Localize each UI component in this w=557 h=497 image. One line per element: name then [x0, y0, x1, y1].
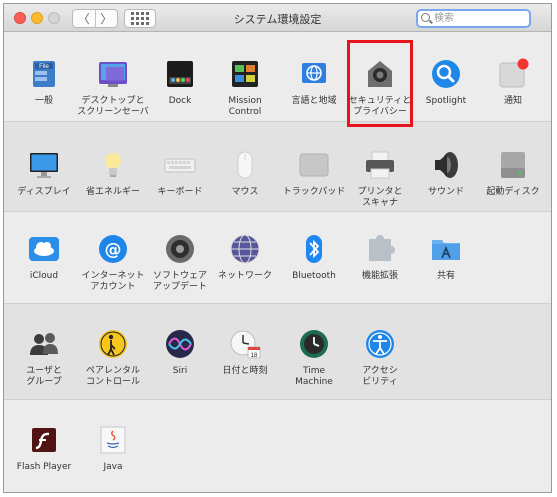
magnifier-icon [429, 57, 463, 91]
display-icon [27, 148, 61, 182]
pref-accessibility[interactable]: アクセシ ビリティ [342, 327, 418, 388]
pref-displays[interactable]: ディスプレイ [6, 148, 82, 198]
pref-label: Time Machine [295, 366, 333, 387]
parental-icon [96, 327, 130, 361]
lightbulb-icon [96, 148, 130, 182]
search-field[interactable]: 検索 [416, 9, 531, 28]
pref-time-machine[interactable]: Time Machine [276, 327, 352, 388]
pref-language-region[interactable]: 言語と地域 [276, 57, 352, 107]
disk-icon [496, 148, 530, 182]
pref-label: アクセシ ビリティ [362, 366, 398, 387]
pref-label: 一般 [34, 96, 53, 106]
sharing-folder-icon [429, 232, 463, 266]
pref-label: 言語と地域 [291, 96, 337, 106]
flash-icon [27, 423, 61, 457]
bluetooth-icon [297, 232, 331, 266]
flag-icon [297, 57, 331, 91]
pref-flash-player[interactable]: Flash Player [6, 423, 82, 473]
pref-parental-controls[interactable]: ペアレンタル コントロール [75, 327, 151, 388]
pref-label: Mission Control [228, 96, 262, 117]
search-placeholder: 検索 [434, 13, 454, 24]
siri-icon [163, 327, 197, 361]
pref-label: iCloud [29, 271, 59, 281]
pref-general[interactable]: File 一般 [6, 57, 82, 107]
pref-section-3: iCloud @ インターネット アカウント ソフトウェア アップデート ネットワーク B… [4, 212, 551, 304]
pref-label: ペアレンタル コントロール [85, 366, 140, 387]
pref-section-1: File 一般 デスクトップと スクリーンセーバ Dock Mission Contro… [4, 33, 551, 122]
highlight-box [347, 40, 413, 127]
gear-icon [163, 232, 197, 266]
pref-notifications[interactable]: 通知 [475, 57, 551, 107]
pref-section-5: Flash Player Java [4, 400, 551, 492]
pref-icloud[interactable]: iCloud [6, 232, 82, 282]
pref-label: Spotlight [425, 96, 467, 106]
time-machine-icon [297, 327, 331, 361]
title-bar: 〈 〉 システム環境設定 検索 [4, 4, 551, 32]
pref-label: ネットワーク [217, 271, 272, 281]
pref-label: ユーザと グループ [26, 366, 62, 387]
pref-users-groups[interactable]: ユーザと グループ [6, 327, 82, 388]
pref-label: プリンタと スキャナ [357, 187, 403, 208]
pref-java[interactable]: Java [75, 423, 151, 473]
pref-mission-control[interactable]: Mission Control [207, 57, 283, 118]
printer-icon [363, 148, 397, 182]
pref-spotlight[interactable]: Spotlight [408, 57, 484, 107]
cloud-icon [27, 232, 61, 266]
pref-label: サウンド [427, 187, 464, 197]
pref-trackpad[interactable]: トラックパッド [276, 148, 352, 198]
search-icon [421, 13, 430, 22]
pref-label: Flash Player [16, 462, 72, 472]
pref-section-4: ユーザと グループ ペアレンタル コントロール Siri 18 日付と時刻 Time Ma… [4, 304, 551, 400]
clock-icon: 18 [228, 327, 262, 361]
pref-bluetooth[interactable]: Bluetooth [276, 232, 352, 282]
pref-label: 通知 [503, 96, 522, 106]
pref-label: トラックパッド [282, 187, 346, 197]
at-icon: @ [96, 232, 130, 266]
keyboard-icon [163, 148, 197, 182]
system-preferences-window: 〈 〉 システム環境設定 検索 File 一般 デスクトップと スクリーンセーバ Do… [3, 3, 552, 493]
pref-section-2: ディスプレイ 省エネルギー キーボード マウス トラックパッド プリンタと スキャナ サウン… [4, 122, 551, 212]
mission-control-icon [228, 57, 262, 91]
pref-network[interactable]: ネットワーク [207, 232, 283, 282]
pref-energy-saver[interactable]: 省エネルギー [75, 148, 151, 198]
pref-label: 日付と時刻 [222, 366, 268, 376]
pref-label: ディスプレイ [17, 187, 71, 197]
speaker-icon [429, 148, 463, 182]
pref-date-time[interactable]: 18 日付と時刻 [207, 327, 283, 377]
svg-text:File: File [39, 64, 49, 70]
mouse-icon [228, 148, 262, 182]
puzzle-icon [363, 232, 397, 266]
trackpad-icon [297, 148, 331, 182]
accessibility-icon [363, 327, 397, 361]
notifications-icon [496, 57, 530, 91]
pref-sound[interactable]: サウンド [408, 148, 484, 198]
pref-label: Java [103, 462, 123, 472]
pref-internet-accounts[interactable]: @ インターネット アカウント [75, 232, 151, 293]
pref-label: Bluetooth [292, 271, 336, 281]
java-icon [96, 423, 130, 457]
pref-startup-disk[interactable]: 起動ディスク [475, 148, 551, 198]
pref-label: インターネット アカウント [81, 271, 145, 292]
pref-label: 機能拡張 [361, 271, 398, 281]
svg-text:18: 18 [251, 353, 258, 359]
pref-label: 共有 [436, 271, 455, 281]
desktop-icon [96, 57, 130, 91]
pref-label: 起動ディスク [486, 187, 540, 197]
pref-sharing[interactable]: 共有 [408, 232, 484, 282]
pref-label: デスクトップと スクリーンセーバ [77, 96, 149, 117]
pref-mouse[interactable]: マウス [207, 148, 283, 198]
pref-extensions[interactable]: 機能拡張 [342, 232, 418, 282]
svg-text:@: @ [105, 240, 122, 260]
pref-label: 省エネルギー [85, 187, 140, 197]
pref-label: マウス [231, 187, 259, 197]
dock-icon [163, 57, 197, 91]
pref-desktop-screensaver[interactable]: デスクトップと スクリーンセーバ [75, 57, 151, 118]
globe-icon [228, 232, 262, 266]
general-icon: File [27, 57, 61, 91]
pref-printers-scanners[interactable]: プリンタと スキャナ [342, 148, 418, 209]
users-icon [27, 327, 61, 361]
